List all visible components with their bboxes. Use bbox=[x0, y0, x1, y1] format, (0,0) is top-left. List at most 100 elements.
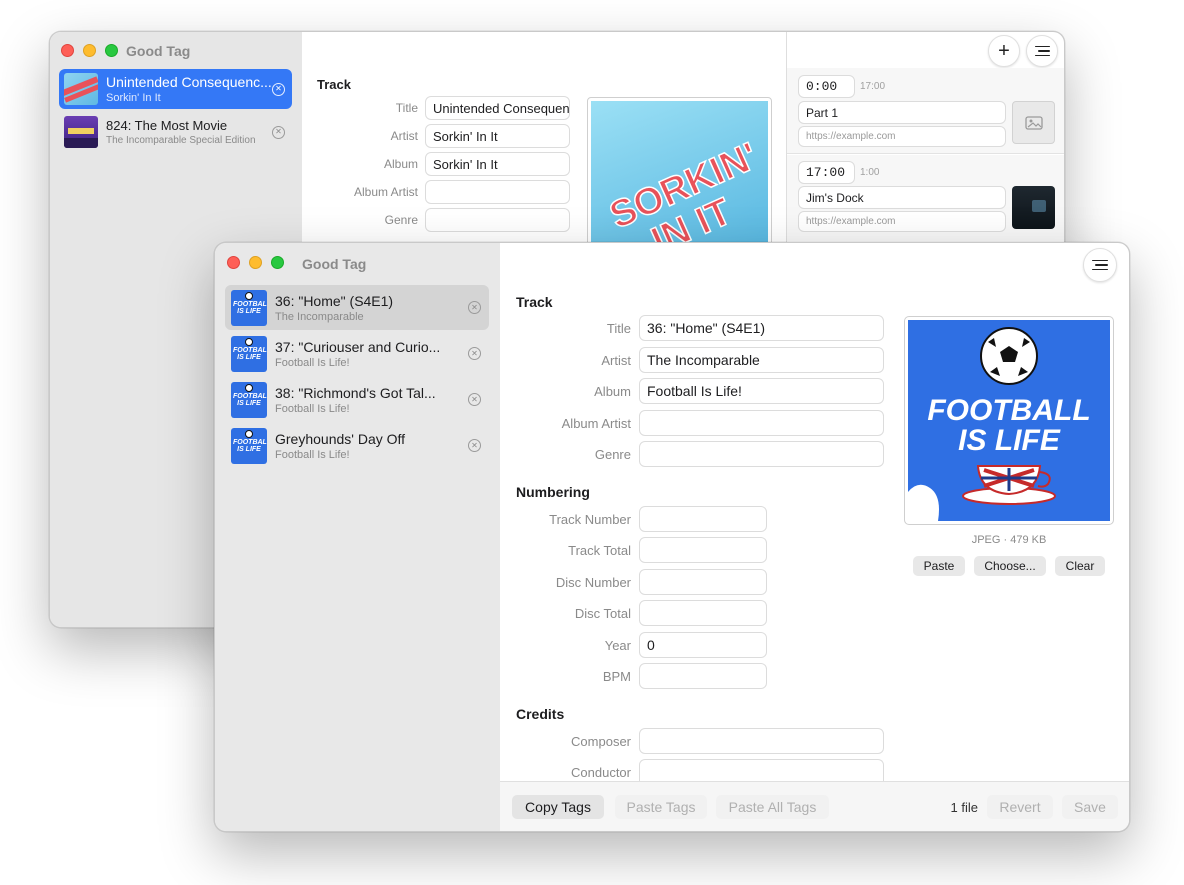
remove-icon[interactable]: ✕ bbox=[272, 125, 285, 139]
disc-total-field[interactable] bbox=[639, 600, 767, 626]
sorkin-thumb-graphic bbox=[64, 76, 98, 103]
chapter-title-field[interactable]: Part 1 bbox=[798, 101, 1006, 124]
close-button[interactable] bbox=[227, 256, 240, 269]
back-artwork-frame[interactable]: SORKIN' IN IT bbox=[587, 97, 772, 257]
minimize-button[interactable] bbox=[249, 256, 262, 269]
chapter-start-time[interactable]: 0:00 bbox=[798, 75, 855, 98]
field-label: Disc Number bbox=[555, 575, 631, 590]
paste-tags-button[interactable]: Paste Tags bbox=[615, 795, 707, 819]
sidebar-item-title: Unintended Consequenc... bbox=[106, 74, 272, 90]
track-total-field[interactable] bbox=[639, 537, 767, 563]
disc-number-field[interactable] bbox=[639, 569, 767, 595]
artwork-paste-button[interactable]: Paste bbox=[913, 556, 965, 576]
chapter-image-detail bbox=[1032, 200, 1046, 212]
field-label: BPM bbox=[602, 669, 631, 684]
sidebar-item-title: Greyhounds' Day Off bbox=[275, 430, 406, 447]
sorkin-artwork-thumb bbox=[64, 73, 98, 105]
title-field[interactable]: Unintended Consequen bbox=[425, 96, 570, 120]
bpm-field[interactable] bbox=[639, 663, 767, 689]
thumb-logo: FOOTBALL IS LIFE bbox=[233, 300, 267, 315]
ball-icon bbox=[245, 383, 253, 392]
ball-icon bbox=[245, 291, 253, 300]
sidebar-item-title: 38: "Richmond's Got Tal... bbox=[275, 384, 436, 401]
remove-icon[interactable]: ✕ bbox=[468, 393, 481, 406]
sidebar-item[interactable]: FOOTBALL IS LIFE 38: "Richmond's Got Tal… bbox=[225, 377, 489, 422]
back-sidebar-item-selected[interactable]: Unintended Consequenc... Sorkin' In It ✕ bbox=[59, 69, 292, 109]
save-button[interactable]: Save bbox=[1062, 795, 1118, 819]
track-section-title: Track bbox=[317, 77, 351, 92]
artwork-frame[interactable]: FOOTBALL IS LIFE bbox=[904, 316, 1114, 525]
football-artwork-thumb: FOOTBALL IS LIFE bbox=[231, 427, 267, 464]
album-artist-field[interactable] bbox=[425, 180, 570, 204]
field-label: Genre bbox=[594, 447, 631, 462]
field-label: Title bbox=[606, 321, 631, 336]
close-button[interactable] bbox=[61, 44, 74, 57]
sidebar-item-subtitle: Football Is Life! bbox=[275, 356, 350, 369]
list-icon bbox=[1034, 45, 1050, 57]
remove-icon[interactable]: ✕ bbox=[468, 347, 481, 360]
chapter-row: 0:00 17:00 Part 1 https://example.com bbox=[787, 68, 1064, 154]
chapter-image[interactable] bbox=[1012, 186, 1055, 229]
sidebar-item-title: 36: "Home" (S4E1) bbox=[275, 292, 394, 309]
artwork-clear-button[interactable]: Clear bbox=[1055, 556, 1105, 576]
front-window-controls bbox=[227, 256, 284, 269]
football-artwork-graphic: FOOTBALL IS LIFE bbox=[908, 327, 1091, 521]
artist-field[interactable]: Sorkin' In It bbox=[425, 124, 570, 148]
genre-field[interactable] bbox=[425, 208, 570, 232]
thumb-logo: FOOTBALL IS LIFE bbox=[233, 438, 267, 453]
list-icon bbox=[1092, 259, 1108, 271]
zoom-button[interactable] bbox=[271, 256, 284, 269]
most-movie-artwork-thumb bbox=[64, 116, 98, 148]
sidebar-item-subtitle: Football Is Life! bbox=[275, 402, 350, 415]
sorkin-artwork-graphic: SORKIN' IN IT bbox=[603, 134, 765, 253]
field-label: Conductor bbox=[571, 765, 631, 780]
field-label: Artist bbox=[390, 129, 418, 143]
album-field[interactable]: Football Is Life! bbox=[639, 378, 884, 404]
chapter-image-placeholder[interactable] bbox=[1012, 101, 1055, 144]
zoom-button[interactable] bbox=[105, 44, 118, 57]
remove-icon[interactable]: ✕ bbox=[468, 439, 481, 452]
album-field[interactable]: Sorkin' In It bbox=[425, 152, 570, 176]
revert-button[interactable]: Revert bbox=[987, 795, 1053, 819]
list-button[interactable] bbox=[1083, 248, 1117, 282]
conductor-field[interactable] bbox=[639, 759, 884, 781]
copy-tags-button[interactable]: Copy Tags bbox=[512, 795, 604, 819]
track-section-title: Track bbox=[516, 294, 553, 310]
chapter-title-field[interactable]: Jim's Dock bbox=[798, 186, 1006, 209]
football-artwork: FOOTBALL IS LIFE bbox=[908, 320, 1110, 521]
chapter-url-field[interactable]: https://example.com bbox=[798, 126, 1006, 147]
artist-field[interactable]: The Incomparable bbox=[639, 347, 884, 373]
album-artist-field[interactable] bbox=[639, 410, 884, 436]
back-sidebar-item[interactable]: 824: The Most Movie The Incomparable Spe… bbox=[59, 112, 292, 152]
artwork-choose-button[interactable]: Choose... bbox=[974, 556, 1046, 576]
genre-field[interactable] bbox=[639, 441, 884, 467]
sidebar-item-selected[interactable]: FOOTBALL IS LIFE 36: "Home" (S4E1) The I… bbox=[225, 285, 489, 330]
chapter-start-time[interactable]: 17:00 bbox=[798, 161, 855, 184]
sidebar-item-subtitle: The Incomparable Special Edition bbox=[106, 135, 256, 146]
back-window-controls bbox=[61, 44, 118, 57]
minimize-button[interactable] bbox=[83, 44, 96, 57]
remove-icon[interactable]: ✕ bbox=[468, 301, 481, 314]
file-count: 1 file bbox=[950, 800, 978, 815]
field-label: Album Artist bbox=[353, 185, 418, 199]
ball-icon bbox=[245, 337, 253, 346]
field-label: Title bbox=[395, 101, 418, 115]
sidebar-item[interactable]: FOOTBALL IS LIFE Greyhounds' Day Off Foo… bbox=[225, 423, 489, 468]
sidebar-item[interactable]: FOOTBALL IS LIFE 37: "Curiouser and Curi… bbox=[225, 331, 489, 376]
field-label: Album Artist bbox=[561, 416, 631, 431]
title-field[interactable]: 36: "Home" (S4E1) bbox=[639, 315, 884, 341]
most-movie-thumb-graphic bbox=[64, 128, 98, 148]
artwork-title-line2: IS LIFE bbox=[958, 424, 1061, 457]
chapter-duration: 17:00 bbox=[860, 81, 886, 92]
field-label: Year bbox=[604, 638, 631, 653]
paste-all-tags-button[interactable]: Paste All Tags bbox=[716, 795, 829, 819]
back-window-title: Good Tag bbox=[126, 43, 191, 59]
year-field[interactable]: 0 bbox=[639, 632, 767, 658]
list-button[interactable] bbox=[1026, 35, 1058, 67]
add-chapter-button[interactable]: + bbox=[988, 35, 1020, 67]
field-label: Artist bbox=[601, 353, 631, 368]
composer-field[interactable] bbox=[639, 728, 884, 754]
chapter-url-field[interactable]: https://example.com bbox=[798, 211, 1006, 232]
remove-icon[interactable]: ✕ bbox=[272, 82, 285, 96]
track-number-field[interactable] bbox=[639, 506, 767, 532]
